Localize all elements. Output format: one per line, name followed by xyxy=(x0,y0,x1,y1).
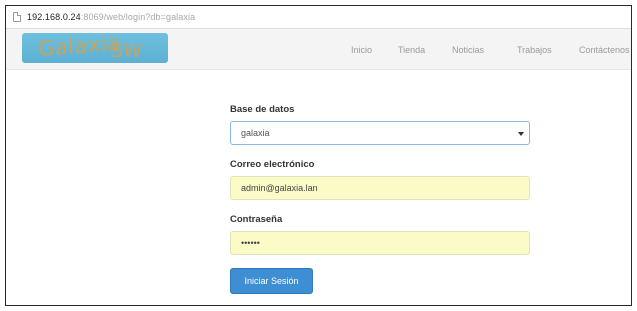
nav-item-inicio[interactable]: Inicio xyxy=(351,45,372,55)
nav-item-noticias[interactable]: Noticias xyxy=(452,45,484,55)
address-bar[interactable]: 192.168.0.24:8069/web/login?db=galaxia xyxy=(6,6,631,29)
password-field[interactable]: •••••• xyxy=(230,231,530,255)
database-select-value: galaxia xyxy=(241,128,270,138)
email-field-value: admin@galaxia.lan xyxy=(241,183,318,193)
nav-item-trabajos[interactable]: Trabajos xyxy=(517,45,552,55)
browser-window: 192.168.0.24:8069/web/login?db=galaxia G… xyxy=(5,5,632,306)
password-label: Contraseña xyxy=(230,214,283,225)
site-navbar: Galaxia SW Inicio Tienda Noticias Trabaj… xyxy=(6,29,631,70)
url-host: 192.168.0.24 xyxy=(27,12,81,22)
database-label: Base de datos xyxy=(230,104,295,115)
caret-down-icon xyxy=(518,132,524,136)
nav-item-tienda[interactable]: Tienda xyxy=(398,45,425,55)
login-button[interactable]: Iniciar Sesión xyxy=(230,268,313,294)
url-path: :8069/web/login?db=galaxia xyxy=(80,12,196,22)
logo-text: Galaxia xyxy=(37,33,122,61)
nav-item-contactenos[interactable]: Contáctenos xyxy=(579,45,630,55)
email-field[interactable]: admin@galaxia.lan xyxy=(230,176,530,200)
password-mask: •••••• xyxy=(241,238,260,248)
email-label: Correo electrónico xyxy=(230,159,315,170)
site-logo[interactable]: Galaxia SW xyxy=(22,33,168,63)
database-select[interactable]: galaxia xyxy=(230,121,530,145)
page-icon xyxy=(13,12,21,22)
url-text[interactable]: 192.168.0.24:8069/web/login?db=galaxia xyxy=(27,12,195,22)
logo-suffix: SW xyxy=(111,40,142,62)
